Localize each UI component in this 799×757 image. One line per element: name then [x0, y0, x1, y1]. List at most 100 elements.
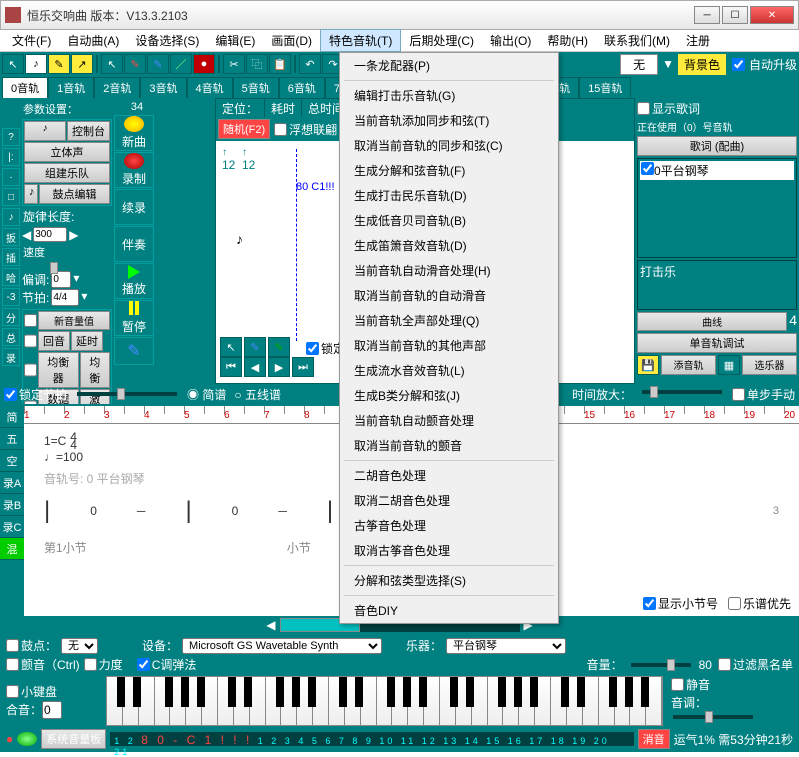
drum-edit-button[interactable]: 鼓点编辑 — [39, 184, 110, 204]
balance-button[interactable]: 均衡 — [80, 352, 110, 388]
delay-button[interactable]: 延时 — [71, 331, 103, 351]
step-manual-checkbox[interactable]: 单步手动 — [732, 386, 795, 403]
timezoom-slider[interactable] — [642, 390, 722, 394]
nav-last-icon[interactable]: ⏭ — [292, 357, 314, 377]
black-key[interactable] — [117, 677, 125, 707]
menu-item[interactable]: 取消二胡音色处理 — [340, 488, 558, 513]
side-tool-button[interactable]: □ — [2, 188, 20, 206]
side-tool-button[interactable]: · — [2, 168, 20, 186]
black-key[interactable] — [197, 677, 205, 707]
menu-item[interactable]: 生成低音贝司音轨(B) — [340, 208, 558, 233]
score-tab[interactable]: 简 — [0, 406, 24, 428]
side-tool-button[interactable]: 总 — [2, 328, 20, 346]
curve-button[interactable]: 曲线 — [637, 312, 787, 331]
play-button[interactable]: 播放 — [114, 263, 154, 299]
single-debug-button[interactable]: 单音轨调试 — [637, 333, 797, 353]
tool-undo-icon[interactable]: ↶ — [299, 54, 321, 74]
menu-item[interactable]: 注册 — [678, 30, 718, 51]
force-checkbox[interactable]: 力度 — [84, 656, 123, 673]
menu-item[interactable]: 当前音轨自动颤音处理 — [340, 408, 558, 433]
trill-checkbox[interactable]: 颤音（Ctrl) — [6, 656, 80, 673]
canvas-pen-blue-icon[interactable]: ✎ — [244, 337, 266, 357]
side-tool-button[interactable]: |: — [2, 148, 20, 166]
tool-copy-icon[interactable]: ⿻ — [246, 54, 268, 74]
side-tool-button[interactable]: 分 — [2, 308, 20, 326]
black-key[interactable] — [403, 677, 411, 707]
track-tab[interactable]: 4音轨 — [187, 77, 233, 98]
vol-slider[interactable] — [631, 663, 691, 667]
menu-item[interactable]: 帮助(H) — [539, 30, 596, 51]
tune-slider[interactable] — [673, 715, 753, 719]
black-key[interactable] — [355, 677, 363, 707]
side-tool-button[interactable]: 插 — [2, 248, 20, 266]
tool-note-icon[interactable]: ♪ — [25, 54, 47, 74]
menu-item[interactable]: 输出(O) — [482, 30, 539, 51]
percussion-list[interactable]: 打击乐 — [637, 260, 797, 310]
score-first-checkbox[interactable]: 乐谱优先 — [728, 595, 791, 612]
eq-button[interactable]: 均衡器 — [38, 352, 79, 388]
chord-input[interactable] — [42, 701, 62, 719]
beat-input[interactable] — [51, 289, 79, 306]
newsong-button[interactable]: 新曲 — [114, 115, 154, 151]
menu-item[interactable]: 取消当前音轨的自动滑音 — [340, 283, 558, 308]
black-key[interactable] — [387, 677, 395, 707]
black-key[interactable] — [133, 677, 141, 707]
close-button[interactable]: ✕ — [750, 6, 794, 24]
menu-item[interactable]: 生成笛箫音效音轨(D) — [340, 233, 558, 258]
instr-select[interactable]: 平台钢琴 — [446, 638, 566, 654]
black-key[interactable] — [450, 677, 458, 707]
side-tool-button[interactable]: 扳 — [2, 228, 20, 246]
menu-item[interactable]: 画面(D) — [263, 30, 320, 51]
tool-cut-icon[interactable]: ✂ — [223, 54, 245, 74]
tool-brush-blue-icon[interactable]: ✎ — [147, 54, 169, 74]
menu-item[interactable]: 编辑(E) — [207, 30, 263, 51]
tool-line-icon[interactable]: ／ — [170, 54, 192, 74]
tool-red-dot-icon[interactable]: ● — [193, 54, 215, 74]
menu-item[interactable]: 后期处理(C) — [401, 30, 482, 51]
auto-upgrade-checkbox[interactable]: 自动升级 — [730, 56, 797, 73]
tool-paste-icon[interactable]: 📋 — [269, 54, 291, 74]
zoom-slider[interactable] — [77, 392, 177, 396]
menu-item[interactable]: 古筝音色处理 — [340, 513, 558, 538]
grid-icon[interactable]: ▦ — [718, 355, 740, 375]
black-key[interactable] — [641, 677, 649, 707]
black-key[interactable] — [292, 677, 300, 707]
menu-item[interactable]: 取消古筝音色处理 — [340, 538, 558, 563]
white-key[interactable] — [583, 677, 599, 725]
score-tab[interactable]: 五 — [0, 428, 24, 450]
black-key[interactable] — [466, 677, 474, 707]
list-item[interactable]: 0平台钢琴 — [640, 161, 794, 180]
menu-item[interactable]: 取消当前音轨的同步和弦(C) — [340, 133, 558, 158]
menu-item[interactable]: 生成流水音效音轨(L) — [340, 358, 558, 383]
add-track-button[interactable]: 添音轨 — [661, 355, 716, 375]
score-tab[interactable]: 录C — [0, 516, 24, 538]
side-tool-button[interactable]: ? — [2, 128, 20, 146]
black-key[interactable] — [419, 677, 427, 707]
black-key[interactable] — [498, 677, 506, 707]
menu-item[interactable]: 当前音轨自动滑音处理(H) — [340, 258, 558, 283]
menu-item[interactable]: 分解和弦类型选择(S) — [340, 568, 558, 593]
drum-checkbox[interactable]: 鼓点： — [6, 637, 57, 654]
random-button[interactable]: 随机(F2) — [218, 119, 270, 139]
score-tab[interactable]: 录A — [0, 472, 24, 494]
drum-select[interactable]: 无 — [61, 638, 98, 654]
contrec-button[interactable]: 续录 — [114, 189, 154, 225]
maximize-button[interactable]: ☐ — [722, 6, 748, 24]
console-button[interactable]: 控制台 — [67, 121, 110, 141]
menu-item[interactable]: 自动曲(A) — [59, 30, 127, 51]
show-lyric-checkbox[interactable]: 显示歌词 — [637, 100, 700, 117]
menu-item[interactable]: 当前音轨添加同步和弦(T) — [340, 108, 558, 133]
save-icon[interactable]: 💾 — [637, 355, 659, 375]
black-key[interactable] — [577, 677, 585, 707]
tool-cursor-icon[interactable]: ↖ — [101, 54, 123, 74]
side-tool-button[interactable]: ♪ — [2, 208, 20, 226]
menu-item[interactable]: 当前音轨全声部处理(Q) — [340, 308, 558, 333]
kill-button[interactable]: 消音 — [638, 729, 670, 749]
staff-radio[interactable]: ○ 五线谱 — [234, 386, 281, 403]
black-key[interactable] — [181, 677, 189, 707]
mute-checkbox[interactable]: 静音 — [671, 676, 710, 693]
menu-item[interactable]: 取消当前音轨的其他声部 — [340, 333, 558, 358]
black-key[interactable] — [514, 677, 522, 707]
menu-item[interactable]: 一条龙配器(P) — [340, 53, 558, 78]
minimize-button[interactable]: ─ — [694, 6, 720, 24]
